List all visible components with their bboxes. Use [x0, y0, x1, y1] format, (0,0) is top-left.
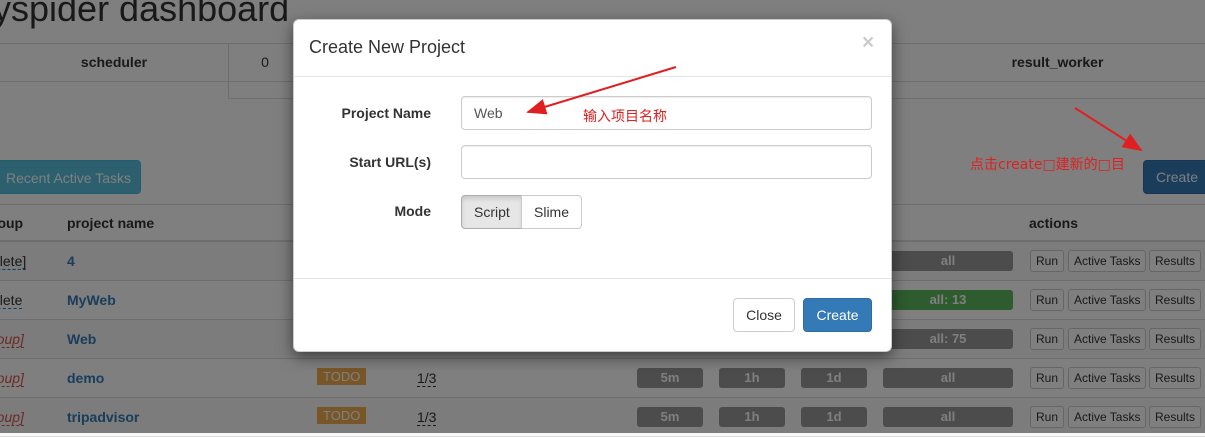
modal-header: Create New Project × — [294, 20, 891, 77]
start-urls-label: Start URL(s) — [349, 154, 431, 170]
project-name-label: Project Name — [341, 105, 431, 121]
close-button[interactable]: Close — [733, 298, 795, 332]
modal-title: Create New Project — [309, 37, 466, 57]
mode-label: Mode — [394, 203, 431, 219]
project-name-annotation: 输入项目名称 — [583, 109, 667, 125]
close-icon[interactable]: × — [862, 32, 874, 53]
mode-script-option[interactable]: Script — [461, 195, 523, 229]
mode-slime-option[interactable]: Slime — [521, 195, 583, 229]
start-urls-input[interactable] — [461, 145, 872, 179]
create-button[interactable]: Create — [803, 298, 872, 332]
create-annotation: 点击create□建新的□目 — [970, 157, 1125, 173]
modal-footer-divider — [294, 278, 891, 279]
create-project-modal: Create New Project × Project Name Start … — [293, 19, 892, 352]
